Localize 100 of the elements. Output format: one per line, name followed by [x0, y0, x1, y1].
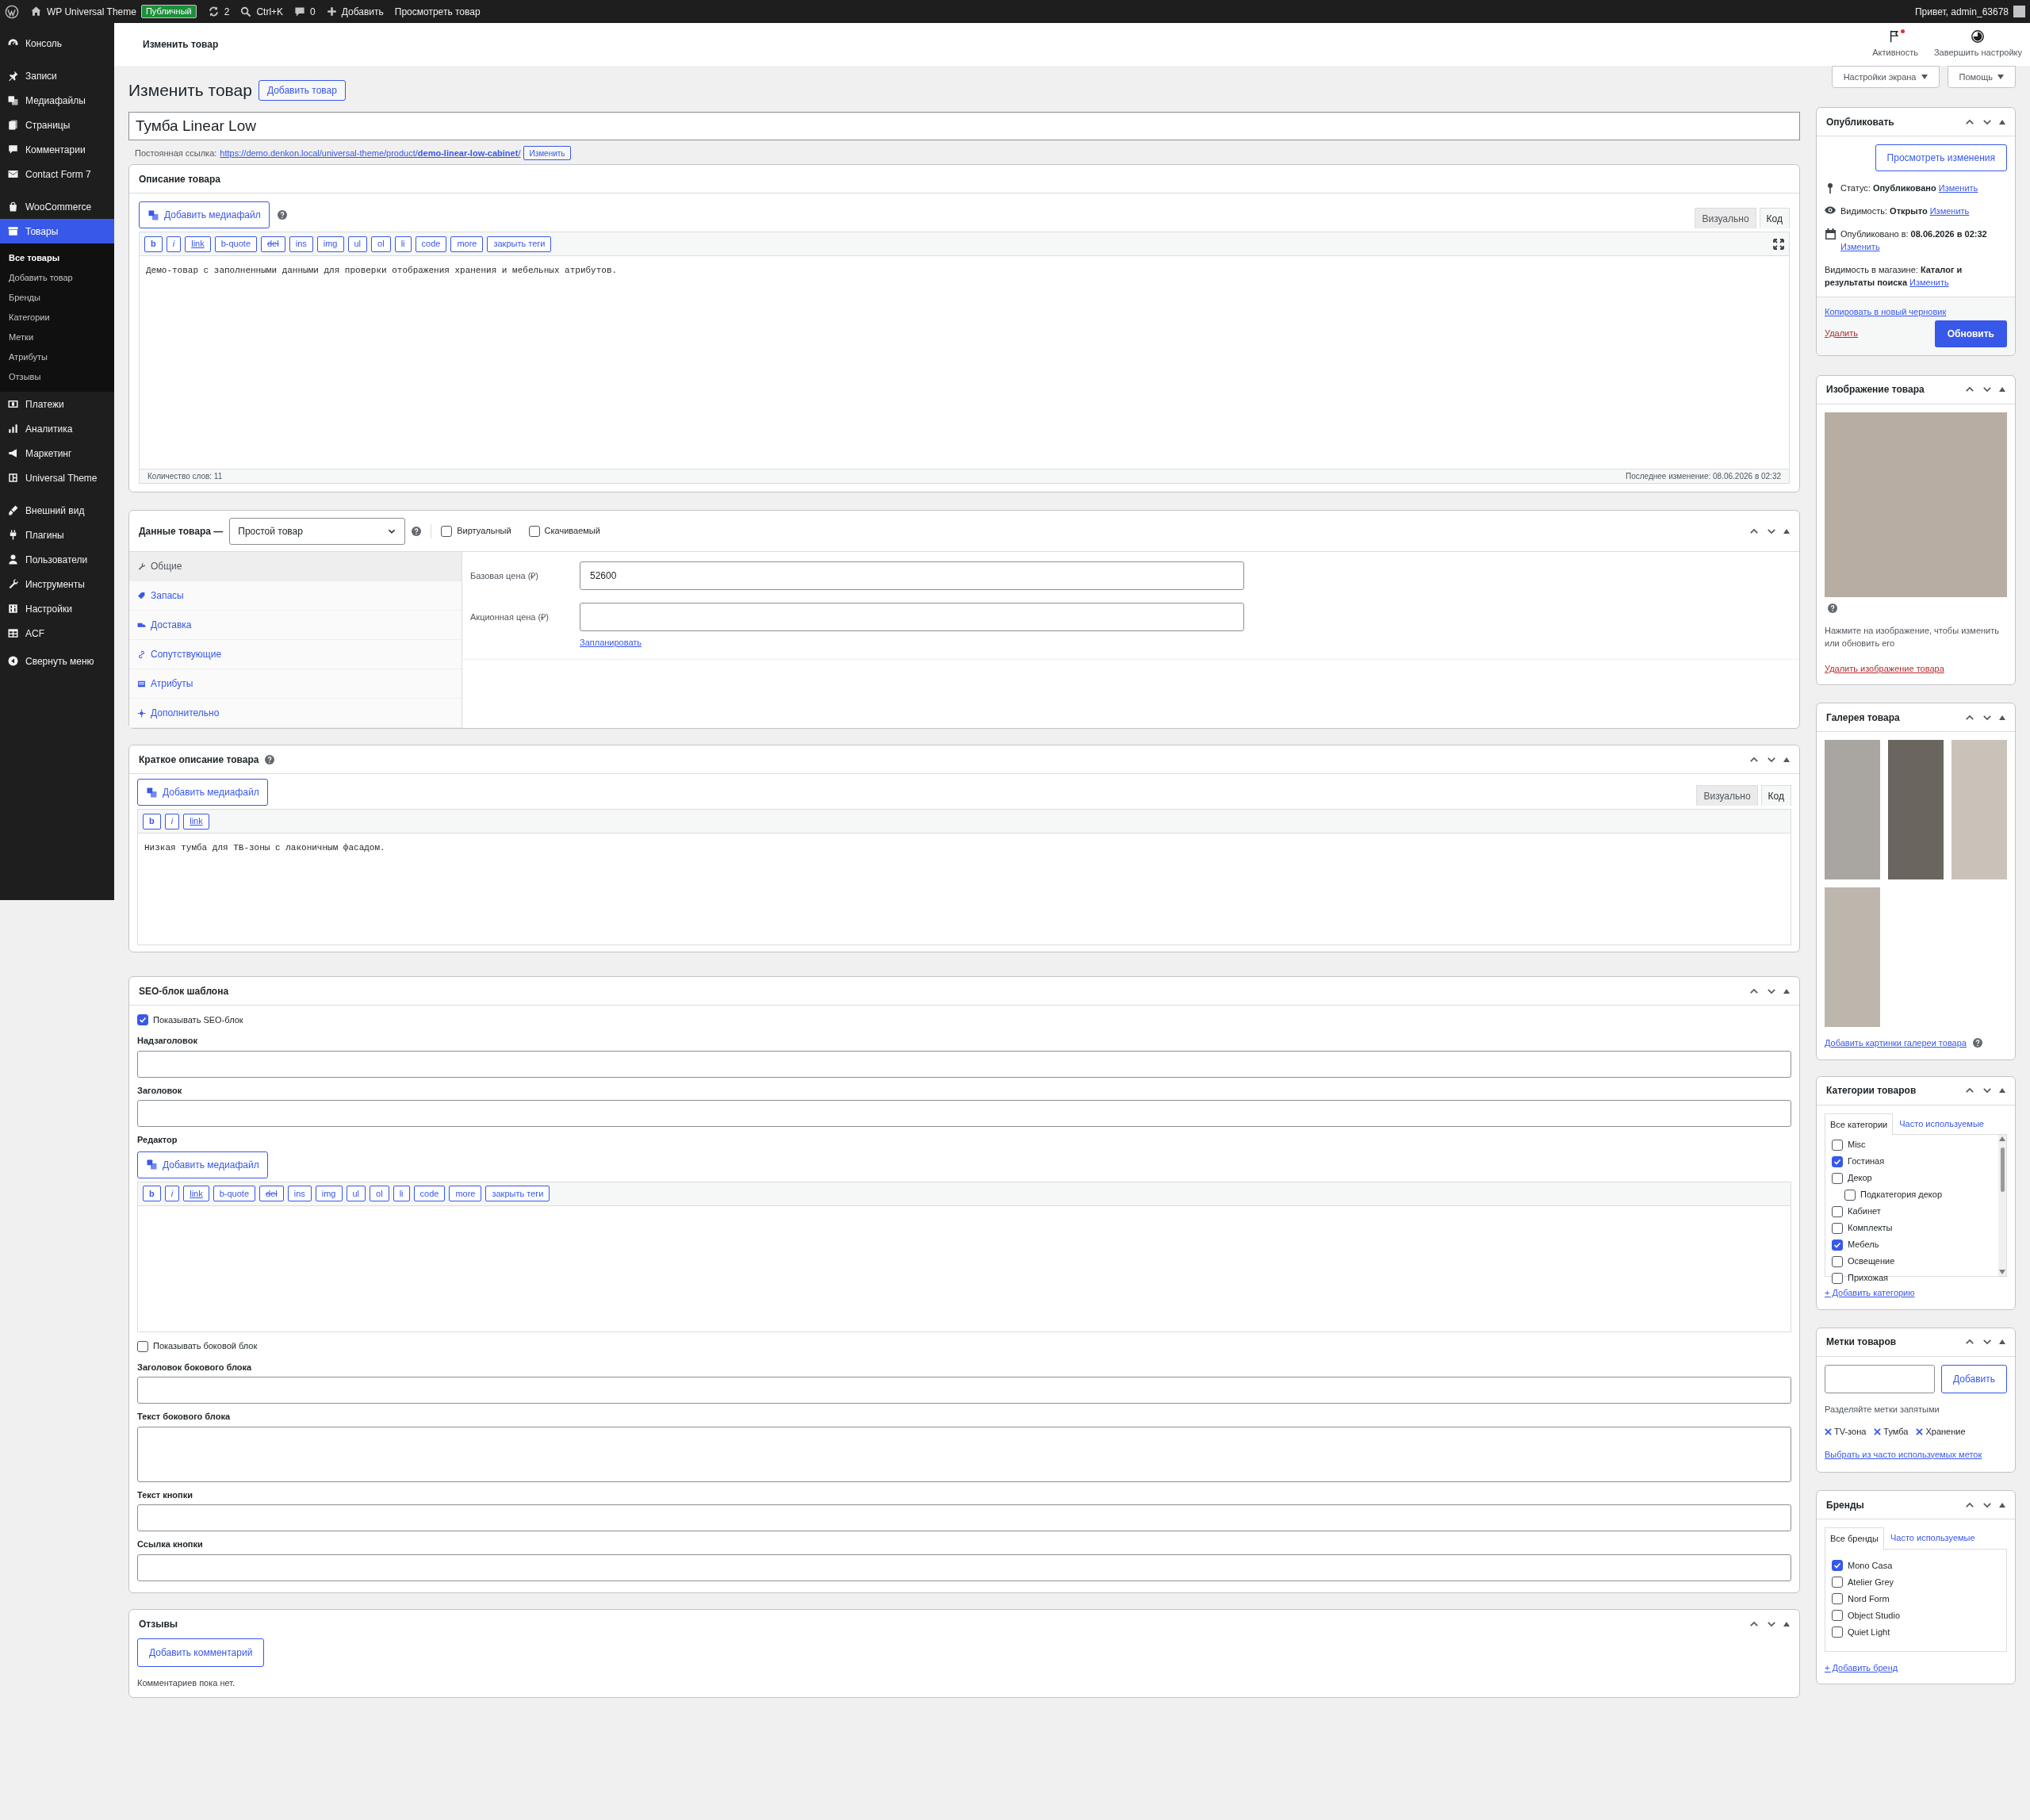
submenu-item[interactable]: Атрибуты: [0, 347, 114, 367]
menu-item[interactable]: Внешний вид: [0, 498, 114, 523]
updates-link[interactable]: 2: [207, 4, 230, 19]
menu-item[interactable]: Товары: [0, 219, 114, 243]
format-button[interactable]: b: [143, 813, 161, 830]
collapse-toggle-icon[interactable]: [1783, 1621, 1790, 1627]
checkbox[interactable]: [1844, 1189, 1856, 1201]
scroll-down-icon[interactable]: [1999, 1270, 2005, 1274]
checkbox[interactable]: [1832, 1222, 1843, 1234]
input-field[interactable]: [137, 1050, 1791, 1078]
submenu-item[interactable]: Метки: [0, 328, 114, 347]
format-button[interactable]: ol: [370, 1186, 389, 1201]
panel-tab[interactable]: Часто используемые: [1894, 1113, 1989, 1134]
checkbox[interactable]: [441, 525, 453, 537]
scrollbar[interactable]: [1998, 1135, 2006, 1276]
format-button[interactable]: b-quote: [214, 236, 257, 252]
format-button[interactable]: b: [143, 1186, 161, 1201]
format-button[interactable]: закрыть теги: [487, 236, 552, 252]
add-gallery-images-link[interactable]: Добавить картинки галереи товара: [1825, 1036, 1967, 1050]
format-button[interactable]: more: [450, 236, 484, 252]
header-action-button[interactable]: Завершить настройку: [1933, 29, 2022, 59]
checkbox[interactable]: [137, 1340, 148, 1352]
format-button[interactable]: ol: [371, 236, 391, 252]
menu-item[interactable]: Настройки: [0, 596, 114, 621]
submenu-item[interactable]: Отзывы: [0, 367, 114, 387]
menu-item[interactable]: Плагины: [0, 523, 114, 547]
collapse-toggle-icon[interactable]: [1999, 1502, 2005, 1508]
checkbox[interactable]: [1832, 1560, 1843, 1571]
textarea-field[interactable]: [137, 1426, 1791, 1482]
collapse-menu-button[interactable]: Свернуть меню: [0, 649, 114, 673]
edit-link[interactable]: Изменить: [1929, 206, 1970, 216]
collapse-toggle-icon[interactable]: [1999, 119, 2005, 125]
format-button[interactable]: i: [164, 813, 180, 830]
copy-draft-link[interactable]: Копировать в новый черновик: [1825, 305, 1947, 319]
product-data-tab[interactable]: Атрибуты: [129, 669, 462, 699]
product-data-tab[interactable]: Дополнительно: [129, 699, 462, 728]
add-media-button[interactable]: Добавить медиафайл: [137, 779, 268, 806]
wp-logo-icon[interactable]: [5, 4, 19, 19]
menu-item[interactable]: Платежи: [0, 392, 114, 416]
format-button[interactable]: link: [183, 813, 209, 830]
price-input[interactable]: [580, 603, 1244, 631]
format-button[interactable]: code: [413, 1186, 446, 1201]
screen-tab-button[interactable]: Помощь: [1947, 66, 2016, 88]
remove-image-link[interactable]: Удалить изображение товара: [1825, 661, 1944, 675]
format-button[interactable]: i: [166, 236, 182, 252]
new-content-link[interactable]: Добавить: [326, 4, 384, 19]
menu-item[interactable]: Записи: [0, 63, 114, 88]
submenu-item[interactable]: Бренды: [0, 288, 114, 308]
header-action-button[interactable]: Активность: [1872, 29, 1918, 59]
format-button[interactable]: del: [261, 236, 285, 252]
format-button[interactable]: ul: [347, 236, 368, 252]
menu-item[interactable]: Contact Form 7: [0, 162, 114, 186]
menu-item[interactable]: Консоль: [0, 31, 114, 56]
menu-item[interactable]: ACF: [0, 621, 114, 646]
edit-slug-button[interactable]: Изменить: [523, 146, 571, 160]
product-data-tab[interactable]: Доставка: [129, 611, 462, 640]
checkbox[interactable]: [1832, 1272, 1843, 1284]
panel-tab[interactable]: Все бренды: [1825, 1527, 1884, 1550]
format-button[interactable]: i: [164, 1186, 180, 1201]
format-button[interactable]: b-quote: [213, 1186, 255, 1201]
input-field[interactable]: [137, 1377, 1791, 1404]
checkbox[interactable]: [1832, 1205, 1843, 1217]
checkbox[interactable]: [1832, 1627, 1843, 1638]
add-product-button[interactable]: Добавить товар: [258, 80, 346, 101]
checkbox[interactable]: [1832, 1593, 1843, 1604]
menu-item[interactable]: Аналитика: [0, 416, 114, 441]
menu-item[interactable]: Страницы: [0, 113, 114, 137]
search-link[interactable]: Ctrl+K: [240, 4, 284, 19]
collapse-toggle-icon[interactable]: [1783, 757, 1790, 762]
preview-changes-button[interactable]: Просмотреть изменения: [1875, 144, 2007, 171]
menu-item[interactable]: Пользователи: [0, 547, 114, 572]
input-field[interactable]: [137, 1100, 1791, 1127]
format-button[interactable]: img: [315, 1186, 343, 1201]
input-field[interactable]: [137, 1504, 1791, 1531]
menu-item[interactable]: Комментарии: [0, 137, 114, 162]
checkbox[interactable]: [1832, 1610, 1843, 1621]
editor-tab[interactable]: Визуально: [1695, 208, 1756, 228]
product-data-tab[interactable]: Запасы: [129, 581, 462, 611]
add-brand-link[interactable]: + Добавить бренд: [1825, 1661, 1898, 1674]
collapse-toggle-icon[interactable]: [1999, 1088, 2005, 1093]
comments-link[interactable]: 0: [294, 4, 316, 19]
fullscreen-icon[interactable]: [1773, 238, 1784, 250]
panel-tab[interactable]: Часто используемые: [1885, 1527, 1980, 1549]
scroll-up-icon[interactable]: [1999, 1136, 2005, 1141]
collapse-toggle-icon[interactable]: [1783, 528, 1790, 534]
checkbox[interactable]: [137, 1014, 148, 1025]
checkbox[interactable]: [1832, 1255, 1843, 1267]
view-product-link[interactable]: Просмотреть товар: [394, 4, 481, 19]
remove-tag-icon[interactable]: [1874, 1427, 1882, 1435]
format-button[interactable]: code: [415, 236, 447, 252]
add-tag-button[interactable]: Добавить: [1940, 1364, 2007, 1393]
format-button[interactable]: del: [259, 1186, 284, 1201]
format-button[interactable]: b: [144, 236, 163, 252]
submenu-item[interactable]: Все товары: [0, 248, 114, 268]
checkbox[interactable]: [1832, 1577, 1843, 1588]
remove-tag-icon[interactable]: [1825, 1427, 1832, 1435]
add-media-button[interactable]: Добавить медиафайл: [139, 201, 270, 228]
menu-item[interactable]: Медиафайлы: [0, 88, 114, 113]
permalink-link[interactable]: https://demo.denkon.local/universal-theme/product/demo-linear-low-cabinet/: [220, 146, 521, 160]
edit-link[interactable]: Изменить: [1909, 278, 1949, 287]
